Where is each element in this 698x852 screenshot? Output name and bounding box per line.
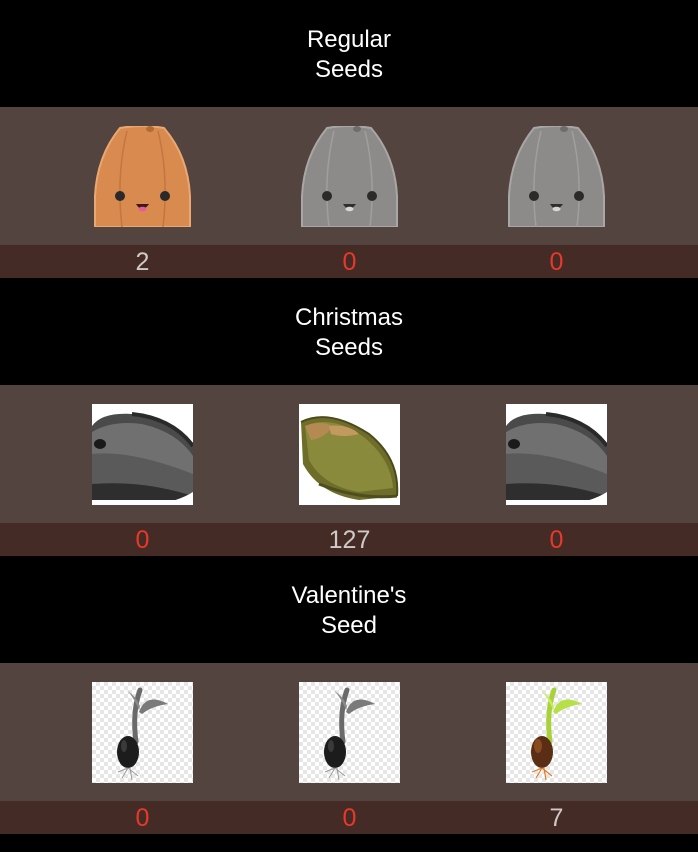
section-title-line1: Valentine's: [291, 581, 407, 609]
seed-tile[interactable]: [506, 126, 607, 227]
section-valentines-seed: Valentine's Seed 0 0 7: [0, 556, 698, 834]
seed-count: 0: [342, 804, 357, 832]
seed-tile[interactable]: [506, 404, 607, 505]
section-title-line1: Regular: [306, 25, 392, 53]
section-title: Christmas Seeds: [0, 278, 698, 385]
seed-count: 0: [549, 526, 564, 554]
seed-count: 0: [135, 526, 150, 554]
seed-count: 0: [549, 248, 564, 276]
seed-tile[interactable]: [299, 404, 400, 505]
gray-sunflower-seed-icon: [92, 412, 193, 505]
count-row: 0 0 7: [0, 801, 698, 834]
section-title-line2: Seeds: [314, 55, 384, 83]
orange-seed-character-icon: [94, 126, 191, 227]
section-christmas-seeds: Christmas Seeds 0 127 0: [0, 278, 698, 556]
seed-count: 0: [342, 248, 357, 276]
green-sprouting-seed-icon: [531, 687, 582, 781]
seed-tile[interactable]: [92, 126, 193, 227]
seed-count: 0: [135, 804, 150, 832]
seed-tile[interactable]: [92, 682, 193, 783]
section-title: Regular Seeds: [0, 0, 698, 107]
gray-sprouting-seed-icon: [117, 687, 168, 781]
section-title-line1: Christmas: [294, 303, 403, 331]
seed-count: 7: [549, 804, 564, 832]
seed-tile[interactable]: [506, 682, 607, 783]
section-title-line2: Seeds: [314, 333, 384, 361]
seed-tile[interactable]: [299, 682, 400, 783]
gray-sprouting-seed-icon: [324, 687, 375, 781]
gray-sunflower-seed-icon: [506, 412, 607, 505]
count-row: 2 0 0: [0, 245, 698, 278]
section-title: Valentine's Seed: [0, 556, 698, 663]
seed-tile[interactable]: [299, 126, 400, 227]
section-regular-seeds: Regular Seeds 2 0 0: [0, 0, 698, 278]
seed-count: 2: [135, 248, 150, 276]
seed-tile[interactable]: [92, 404, 193, 505]
gray-seed-character-locked-icon: [301, 126, 398, 227]
section-title-line2: Seed: [320, 611, 378, 639]
gray-seed-character-locked-icon: [508, 126, 605, 227]
count-row: 0 127 0: [0, 523, 698, 556]
green-pumpkin-seed-icon: [300, 416, 399, 500]
seed-count: 127: [328, 526, 371, 554]
